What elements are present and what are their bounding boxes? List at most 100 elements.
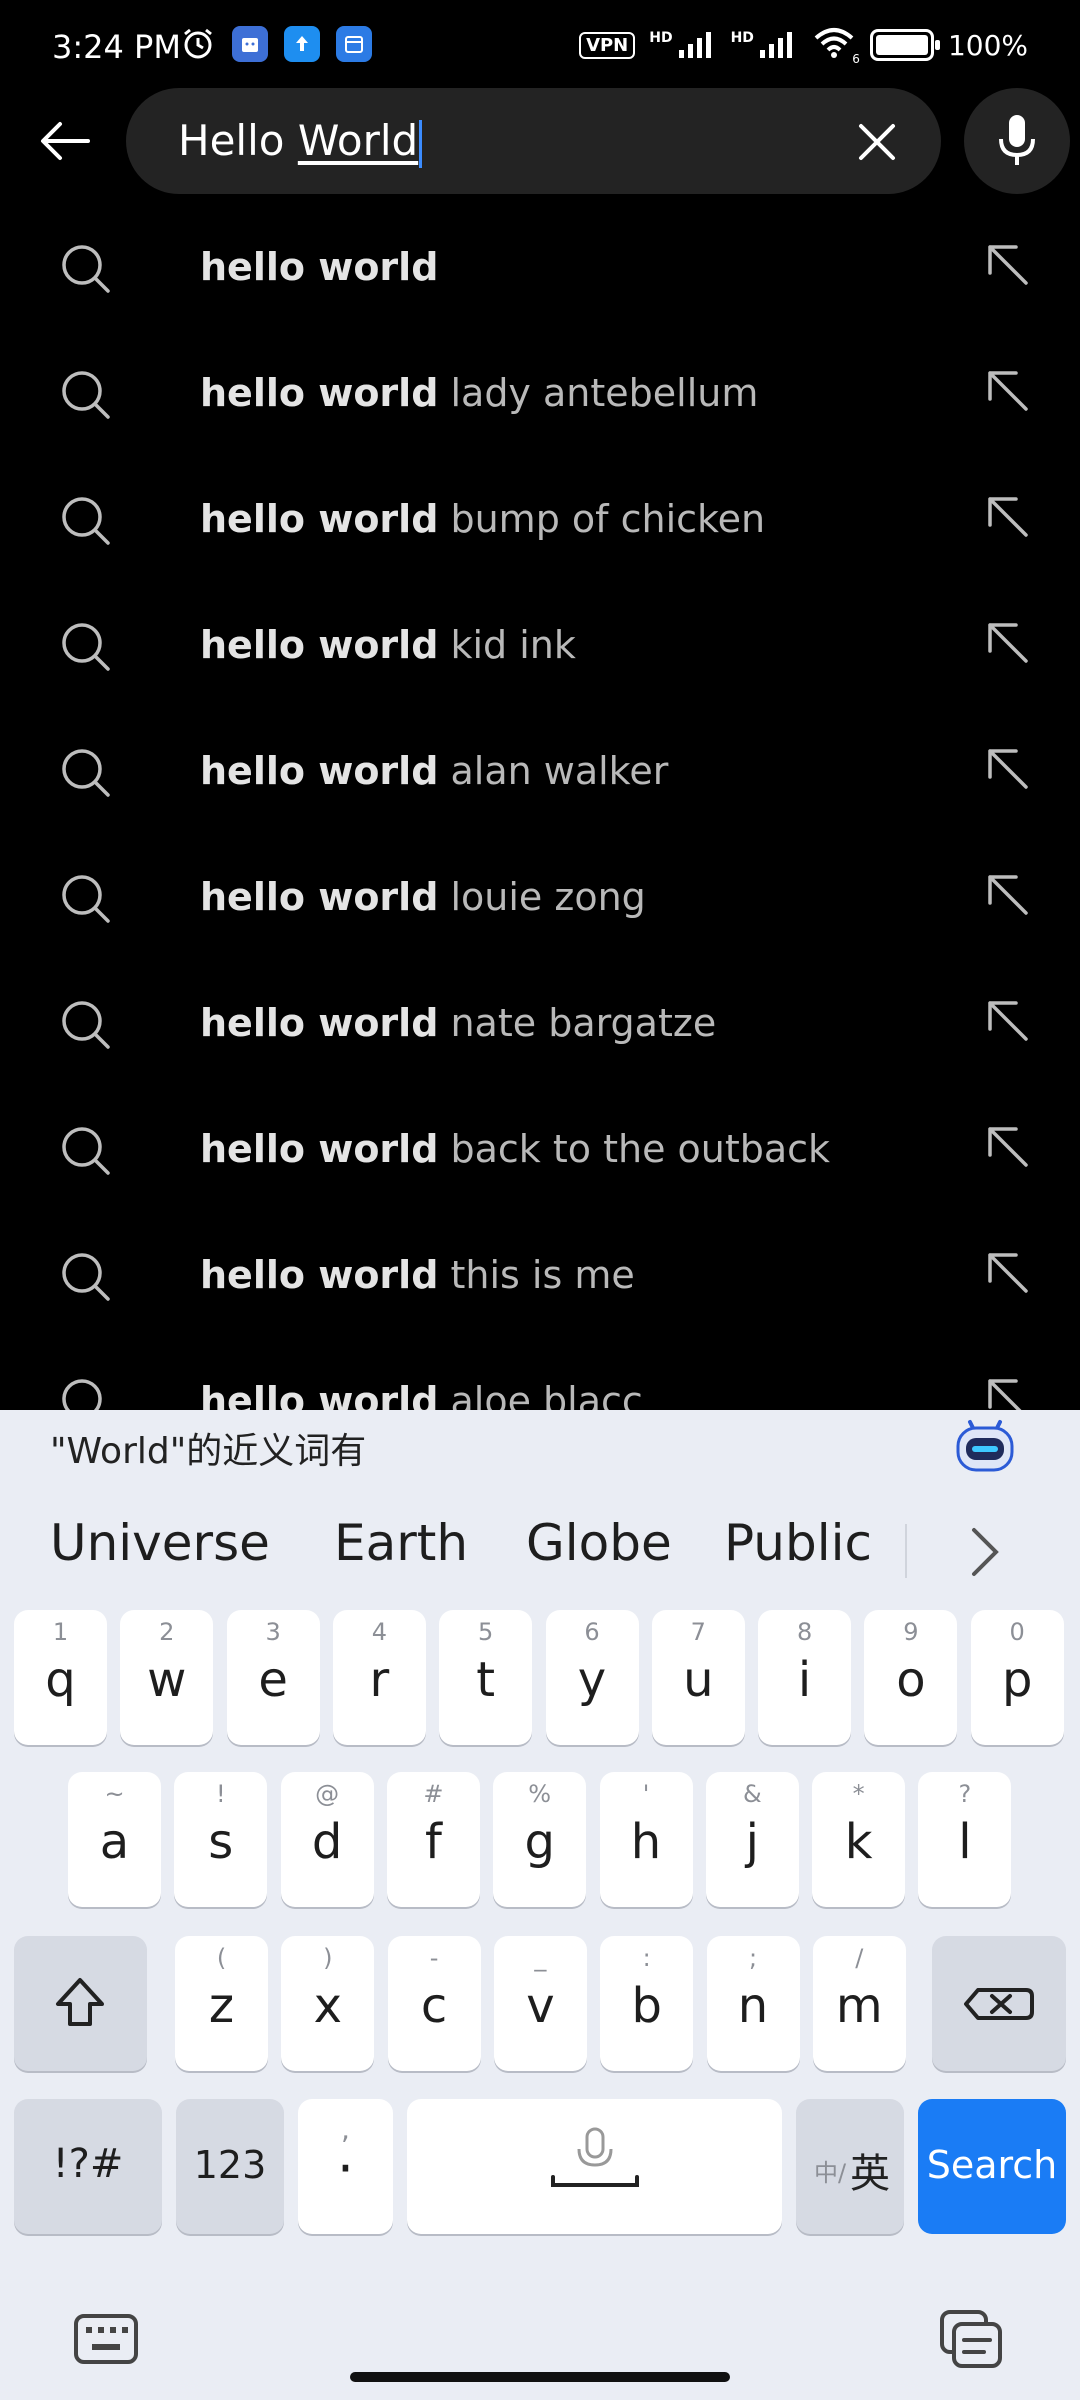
key-s[interactable]: ! s xyxy=(174,1772,268,1907)
key-h[interactable]: ' h xyxy=(599,1772,693,1907)
key-i[interactable]: 8i xyxy=(758,1610,852,1745)
suggestion-label: hello world kid ink xyxy=(200,623,576,667)
key-w[interactable]: 2w xyxy=(120,1610,214,1745)
fill-query-arrow-icon[interactable] xyxy=(982,869,1036,923)
fill-query-arrow-icon[interactable] xyxy=(982,491,1036,545)
suggestion-label: hello world aloe blacc xyxy=(200,1379,643,1410)
key-e[interactable]: 3e xyxy=(226,1610,320,1745)
key-x[interactable]: ) x xyxy=(281,1936,375,2071)
key-v[interactable]: _ v xyxy=(493,1936,587,2071)
key-z[interactable]: (z xyxy=(175,1936,268,2071)
suggestion-label: hello world alan walker xyxy=(200,749,669,793)
key-k[interactable]: * k xyxy=(812,1772,906,1907)
key-b[interactable]: :b xyxy=(600,1936,694,2071)
search-query-text[interactable]: Hello World xyxy=(178,116,423,168)
wifi-icon: 6 xyxy=(812,26,860,66)
suggestion-item[interactable]: hello world xyxy=(0,205,1080,331)
punctuation-key[interactable]: , · xyxy=(298,2099,393,2234)
fill-query-arrow-icon[interactable] xyxy=(982,239,1036,293)
key-l[interactable]: ? l xyxy=(918,1772,1012,1907)
key-a[interactable]: ~ a xyxy=(68,1772,161,1907)
app-notification-icon xyxy=(232,26,268,62)
language-switch-key[interactable]: 中/ 英 xyxy=(796,2099,904,2234)
shift-key[interactable] xyxy=(14,1936,147,2071)
status-system-icons: VPN HD HD 6 100% xyxy=(579,26,1028,66)
soft-keyboard: "World"的近义词有 Universe Earth Globe Public… xyxy=(0,1410,1080,2400)
numbers-key[interactable]: 123 xyxy=(176,2099,284,2234)
fill-query-arrow-icon[interactable] xyxy=(982,365,1036,419)
key-q[interactable]: 1q xyxy=(14,1610,107,1745)
suggestion-item[interactable]: hello world aloe blacc xyxy=(0,1339,1080,1410)
suggestion-item[interactable]: hello world lady antebellum xyxy=(0,331,1080,457)
suggestion-list: hello world hello world lady antebellum he… xyxy=(0,205,1080,1410)
back-button[interactable] xyxy=(30,106,100,176)
fill-query-arrow-icon[interactable] xyxy=(982,617,1036,671)
key-r[interactable]: 4r xyxy=(332,1610,426,1745)
space-mic-icon xyxy=(551,2127,639,2187)
key-d[interactable]: @ d xyxy=(280,1772,374,1907)
key-f[interactable]: # f xyxy=(386,1772,480,1907)
key-m[interactable]: / m xyxy=(812,1936,906,2071)
suggestion-label: hello world bump of chicken xyxy=(200,497,766,541)
suggestion-label: hello world lady antebellum xyxy=(200,371,759,415)
key-c[interactable]: -c xyxy=(387,1936,481,2071)
candidate-word[interactable]: Earth xyxy=(334,1514,468,1572)
search-input[interactable]: Hello World xyxy=(126,88,941,194)
key-p[interactable]: 0p xyxy=(970,1610,1064,1745)
key-j[interactable]: & j xyxy=(705,1772,799,1907)
search-icon xyxy=(62,1001,110,1049)
suggestion-item[interactable]: hello world bump of chicken xyxy=(0,457,1080,583)
keyboard-bottom-toolbar xyxy=(0,2280,1080,2400)
key-y[interactable]: 6y xyxy=(545,1610,639,1745)
key-u[interactable]: 7u xyxy=(651,1610,745,1745)
backspace-key[interactable] xyxy=(932,1936,1066,2071)
space-key[interactable] xyxy=(407,2099,782,2234)
calendar-notification-icon xyxy=(336,26,372,62)
search-icon xyxy=(62,623,110,671)
search-icon xyxy=(62,1379,102,1410)
key-o[interactable]: 9o xyxy=(864,1610,958,1745)
suggestion-item[interactable]: hello world kid ink xyxy=(0,583,1080,709)
clear-search-button[interactable] xyxy=(849,114,905,170)
candidate-divider xyxy=(905,1524,907,1578)
candidate-word[interactable]: Public xyxy=(724,1514,872,1572)
backspace-icon xyxy=(964,1988,1034,2020)
candidate-bar: Universe Earth Globe Public xyxy=(0,1510,1080,1600)
microphone-icon xyxy=(999,115,1035,165)
vpn-badge: VPN xyxy=(579,31,636,59)
fill-query-arrow-icon[interactable] xyxy=(982,1373,1036,1410)
fill-query-arrow-icon[interactable] xyxy=(982,743,1036,797)
voice-search-button[interactable] xyxy=(964,88,1070,194)
alarm-icon xyxy=(184,28,212,59)
symbols-key[interactable]: !?# xyxy=(14,2099,162,2234)
key-t[interactable]: 5t xyxy=(439,1610,533,1745)
upload-notification-icon xyxy=(284,26,320,62)
key-n[interactable]: ; n xyxy=(706,1936,800,2071)
suggestion-item[interactable]: hello world alan walker xyxy=(0,709,1080,835)
keyboard-icon[interactable] xyxy=(72,2310,142,2370)
status-notification-icons xyxy=(180,26,372,62)
status-bar: 3:24 PM VPN HD HD 6 100% xyxy=(0,0,1080,96)
fill-query-arrow-icon[interactable] xyxy=(982,1121,1036,1175)
suggestion-item[interactable]: hello world back to the outback xyxy=(0,1087,1080,1213)
suggestion-label: hello world nate bargatze xyxy=(200,1001,717,1045)
suggestion-label: hello world xyxy=(200,245,439,289)
home-indicator[interactable] xyxy=(350,2372,730,2382)
suggestion-item[interactable]: hello world louie zong xyxy=(0,835,1080,961)
status-time: 3:24 PM xyxy=(52,28,181,66)
fill-query-arrow-icon[interactable] xyxy=(982,995,1036,1049)
search-header: Hello World xyxy=(0,88,1080,198)
search-icon xyxy=(62,371,110,419)
candidate-word[interactable]: Universe xyxy=(50,1514,270,1572)
assistant-robot-icon[interactable] xyxy=(954,1418,1016,1474)
search-key[interactable]: Search xyxy=(918,2099,1066,2234)
arrow-left-icon xyxy=(41,122,90,160)
clipboard-icon[interactable] xyxy=(938,2308,1008,2372)
suggestion-item[interactable]: hello world this is me xyxy=(0,1213,1080,1339)
candidate-word[interactable]: Globe xyxy=(526,1514,672,1572)
fill-query-arrow-icon[interactable] xyxy=(982,1247,1036,1301)
chevron-right-icon[interactable] xyxy=(960,1522,1010,1582)
key-g[interactable]: % g xyxy=(493,1772,587,1907)
search-icon xyxy=(62,1127,110,1175)
suggestion-item[interactable]: hello world nate bargatze xyxy=(0,961,1080,1087)
